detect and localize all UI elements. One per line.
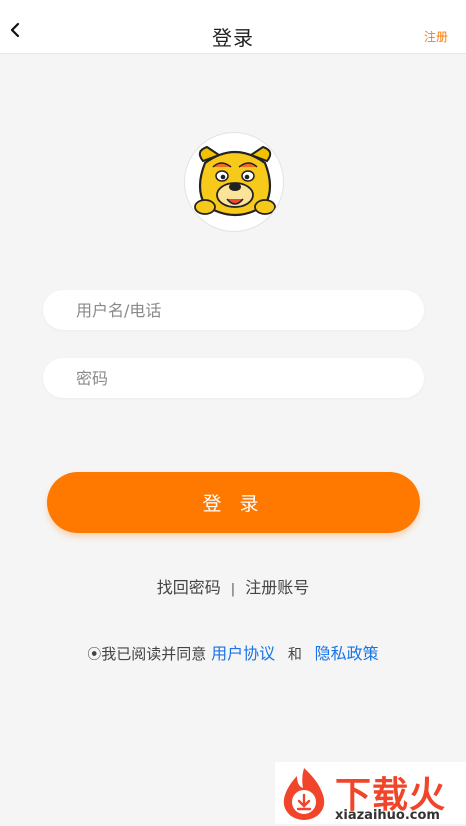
agreement-prefix: 我已阅读并同意 (101, 645, 207, 663)
agree-radio[interactable]: ⦿ (87, 647, 101, 663)
password-input[interactable] (43, 358, 424, 398)
top-bar: 登录 注册 (0, 0, 466, 54)
watermark: 下载火 xiazaihuo.com (275, 762, 466, 824)
app-logo (184, 132, 284, 232)
forgot-password-link[interactable]: 找回密码 (157, 578, 221, 597)
links-separator: | (230, 582, 236, 597)
agreement-row: ⦿我已阅读并同意 用户协议 和 隐私政策 (0, 640, 466, 664)
flame-download-icon (283, 768, 325, 820)
page-title: 登录 (212, 26, 254, 50)
agreement-and: 和 (287, 647, 302, 663)
register-link[interactable]: 注册 (424, 28, 448, 45)
login-button[interactable]: 登 录 (47, 472, 420, 533)
account-links: 找回密码 | 注册账号 (0, 574, 466, 598)
user-agreement-link[interactable]: 用户协议 (211, 644, 275, 663)
dog-mascot-icon (194, 145, 276, 216)
privacy-policy-link[interactable]: 隐私政策 (315, 644, 379, 663)
watermark-url: xiazaihuo.com (335, 808, 440, 823)
username-input[interactable] (43, 290, 424, 330)
register-account-link[interactable]: 注册账号 (245, 578, 309, 597)
